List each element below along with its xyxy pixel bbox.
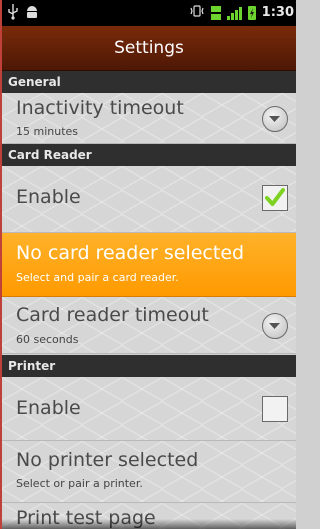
pref-summary: Select or pair a printer. xyxy=(16,477,143,490)
section-header-printer: Printer xyxy=(2,355,296,377)
printer-select-pref[interactable]: No printer selected Select or pair a pri… xyxy=(2,441,296,503)
signal-icon xyxy=(226,6,242,20)
pref-title: Enable xyxy=(16,186,81,208)
network-type-icon xyxy=(210,5,221,20)
section-header-general: General xyxy=(2,71,296,93)
pref-summary: 15 minutes xyxy=(16,125,79,138)
section-header-card-reader: Card Reader xyxy=(2,144,296,166)
checkmark-icon xyxy=(265,188,285,206)
card-reader-select-pref[interactable]: No card reader selected Select and pair … xyxy=(2,233,296,297)
clock: 1:30 xyxy=(261,5,294,20)
card-reader-enable-checkbox[interactable] xyxy=(262,185,288,211)
pref-title: No card reader selected xyxy=(16,242,245,264)
pref-title: Enable xyxy=(16,397,81,419)
page-title: Settings xyxy=(2,26,296,71)
card-reader-timeout-pref[interactable]: Card reader timeout 60 seconds xyxy=(2,297,296,354)
pref-summary: 60 seconds xyxy=(16,333,79,346)
pref-title: Card reader timeout xyxy=(16,304,209,326)
scroll-fade xyxy=(2,519,296,529)
pref-title: No printer selected xyxy=(16,449,199,471)
chevron-down-icon[interactable] xyxy=(262,313,288,339)
phone-screen: 1:30 Settings General Inactivity timeout… xyxy=(0,0,296,529)
vibrate-icon xyxy=(189,3,205,22)
printer-enable-pref[interactable]: Enable xyxy=(2,377,296,441)
usb-icon xyxy=(8,4,18,24)
chevron-down-icon[interactable] xyxy=(262,106,288,132)
pref-title: Inactivity timeout xyxy=(16,97,184,119)
pref-summary: Select and pair a card reader. xyxy=(16,271,179,284)
status-bar: 1:30 xyxy=(2,0,296,26)
battery-charging-icon xyxy=(247,5,256,20)
android-debug-icon xyxy=(26,4,38,24)
card-reader-enable-pref[interactable]: Enable xyxy=(2,166,296,233)
inactivity-timeout-pref[interactable]: Inactivity timeout 15 minutes xyxy=(2,93,296,144)
printer-enable-checkbox[interactable] xyxy=(262,396,288,422)
